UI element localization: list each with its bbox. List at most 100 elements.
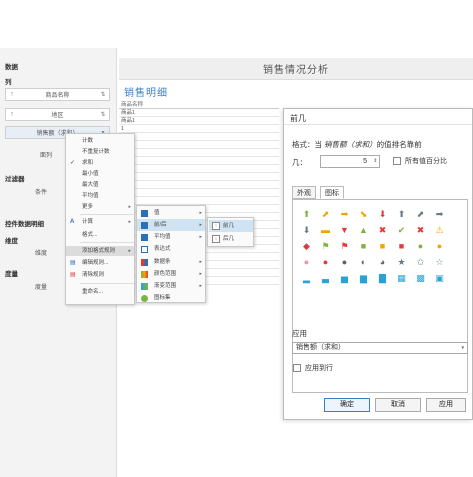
format-icon-option[interactable]: ⚑ (335, 238, 354, 254)
format-icon-option[interactable]: ✩ (411, 254, 430, 270)
chevron-down-icon: ▾ (461, 345, 464, 351)
format-icon-option[interactable]: ◆ (297, 238, 316, 254)
count-input[interactable]: 5 (320, 155, 380, 168)
format-icon-option[interactable]: ⬆ (297, 206, 316, 222)
submenu-item-bottom-n[interactable]: ↓ 后几 (209, 233, 253, 245)
menu-item-add-format-rule[interactable]: 添加格式规则 ▸ (66, 246, 134, 256)
format-icon-option[interactable]: ▣ (430, 270, 449, 286)
field-pill-product[interactable]: ↑ 商品名称 ⇅ (5, 88, 110, 101)
format-icon-option[interactable]: ● (335, 254, 354, 270)
format-icon-option[interactable]: ⬇ (297, 222, 316, 238)
submenu-item-icon-set[interactable]: 图标集 (137, 292, 205, 304)
format-icon-option[interactable]: ▆ (354, 270, 373, 286)
page-title: 销售情况分析 (263, 65, 329, 76)
menu-item-rename[interactable]: 重命名... (66, 287, 134, 297)
menu-item-more[interactable]: 更多 ▸ (66, 202, 134, 212)
table-row: 1 (119, 173, 279, 181)
clear-rule-icon: ▤ (70, 272, 76, 278)
submenu-item-expression[interactable]: 表达式 (137, 243, 205, 255)
apply-button[interactable]: 应用 (426, 398, 466, 412)
dimension-label: 维度 (35, 251, 48, 257)
color-range-icon (141, 271, 148, 278)
measure-section-title: 度量 (5, 271, 18, 278)
submenu-item-top-bottom[interactable]: 前/后 ▸ (137, 219, 205, 231)
format-icon-option[interactable]: ✖ (411, 222, 430, 238)
table-row: 1 (119, 125, 279, 133)
menu-item-distinct-count[interactable]: 不重复计数 (66, 147, 134, 157)
table-row: 商品1 (119, 117, 279, 125)
edit-rule-icon: ▤ (70, 260, 76, 266)
format-icon-option[interactable]: ◐ (354, 254, 373, 270)
format-icon-option[interactable]: ⬈ (411, 206, 430, 222)
format-icon-option[interactable]: ● (297, 254, 316, 270)
dialog-titlebar[interactable] (284, 109, 472, 125)
format-rule-submenu: 值 ▸ 前/后 ▸ 平均值 ▸ 表达式 数据条 ▸ 颜色范围 ▸ 渐变范围 ▸ 图标集 (136, 205, 206, 303)
format-icon-option[interactable]: ▦ (392, 270, 411, 286)
format-icon-option[interactable]: ★ (392, 254, 411, 270)
table-row: 1 (119, 141, 279, 149)
format-icon-option[interactable]: ▬ (316, 222, 335, 238)
format-icon-option[interactable]: ⬈ (316, 206, 335, 222)
detail-section-title: 控件数据明细 (5, 221, 44, 228)
menu-item-format[interactable]: 格式... (66, 230, 134, 240)
spinner-arrows-icon[interactable]: ⇕ (372, 156, 379, 167)
columns-label: 面列 (40, 153, 53, 159)
format-icon-option[interactable]: ▲ (354, 222, 373, 238)
format-icon-option[interactable]: ⬆ (392, 206, 411, 222)
percent-checkbox[interactable] (393, 157, 401, 165)
format-icon-option[interactable]: ● (430, 238, 449, 254)
tab-icons[interactable]: 图标 (320, 186, 344, 199)
apply-to-select[interactable]: 销售额（求和） ▾ (292, 342, 468, 354)
submenu-item-data-bar[interactable]: 数据条 ▸ (137, 256, 205, 268)
menu-item-sum[interactable]: ✓ 求和 (66, 158, 134, 168)
submenu-arrow-icon: ▸ (199, 234, 202, 240)
submenu-item-value[interactable]: 值 ▸ (137, 207, 205, 219)
format-icon-option[interactable]: ■ (354, 238, 373, 254)
cancel-button[interactable]: 取消 (375, 398, 421, 412)
format-icon-option[interactable]: ☆ (430, 254, 449, 270)
sort-ascending-icon: ↑ (10, 111, 14, 118)
format-icon-option[interactable]: ➡ (430, 206, 449, 222)
format-icon-option[interactable]: ✖ (373, 222, 392, 238)
format-icon-option[interactable]: ⬊ (354, 206, 373, 222)
field-pill-label: 商品名称 (45, 93, 70, 99)
format-icon-option[interactable]: ● (411, 238, 430, 254)
submenu-item-color-range[interactable]: 颜色范围 ▸ (137, 268, 205, 280)
menu-item-count[interactable]: 计数 (66, 136, 134, 146)
sort-toggle-icon[interactable]: ⇅ (97, 91, 109, 98)
menu-item-clear-rule[interactable]: ▤ 清除规则 (66, 270, 134, 280)
format-icon-option[interactable]: ⚠ (430, 222, 449, 238)
format-icon-option[interactable]: ■ (373, 238, 392, 254)
menu-item-average[interactable]: 平均值 (66, 191, 134, 201)
table-header-product[interactable]: 商品名称 (119, 100, 279, 109)
sort-toggle-icon[interactable]: ⇅ (97, 111, 109, 118)
data-section-title: 数据 (5, 64, 18, 71)
format-icon-option[interactable]: ➡ (335, 206, 354, 222)
format-icon-option[interactable]: ● (316, 254, 335, 270)
menu-item-edit-rule[interactable]: ▤ 编辑规则... (66, 258, 134, 268)
format-icon-option[interactable]: ▃ (316, 270, 335, 286)
percent-label: 所有值百分比 (405, 158, 447, 165)
submenu-item-top-n[interactable]: ↑ 前几 (209, 220, 253, 232)
format-icon-option[interactable]: ▩ (411, 270, 430, 286)
format-icon-option[interactable]: ▼ (335, 222, 354, 238)
format-icon-option[interactable]: ▇ (373, 270, 392, 286)
format-icon-option[interactable]: ◕ (373, 254, 392, 270)
menu-item-max[interactable]: 最大值 (66, 180, 134, 190)
menu-item-min[interactable]: 最小值 (66, 169, 134, 179)
ok-button[interactable]: 确定 (324, 398, 370, 412)
tab-appearance[interactable]: 外观 (292, 186, 316, 199)
field-pill-region[interactable]: ↑ 地区 ⇅ (5, 108, 110, 121)
format-icon-option[interactable]: ⬇ (373, 206, 392, 222)
apply-to-row-label: 应用到行 (305, 365, 333, 372)
submenu-item-average[interactable]: 平均值 ▸ (137, 231, 205, 243)
format-icon-option[interactable]: ⚑ (316, 238, 335, 254)
submenu-arrow-icon: ▸ (199, 259, 202, 265)
format-icon-option[interactable]: ■ (392, 238, 411, 254)
menu-item-calculate[interactable]: A 计算 ▸ (66, 217, 134, 227)
apply-to-row-checkbox[interactable] (293, 364, 301, 372)
format-icon-option[interactable]: ▂ (297, 270, 316, 286)
format-icon-option[interactable]: ✔ (392, 222, 411, 238)
format-icon-option[interactable]: ▅ (335, 270, 354, 286)
submenu-item-gradient-range[interactable]: 渐变范围 ▸ (137, 280, 205, 292)
